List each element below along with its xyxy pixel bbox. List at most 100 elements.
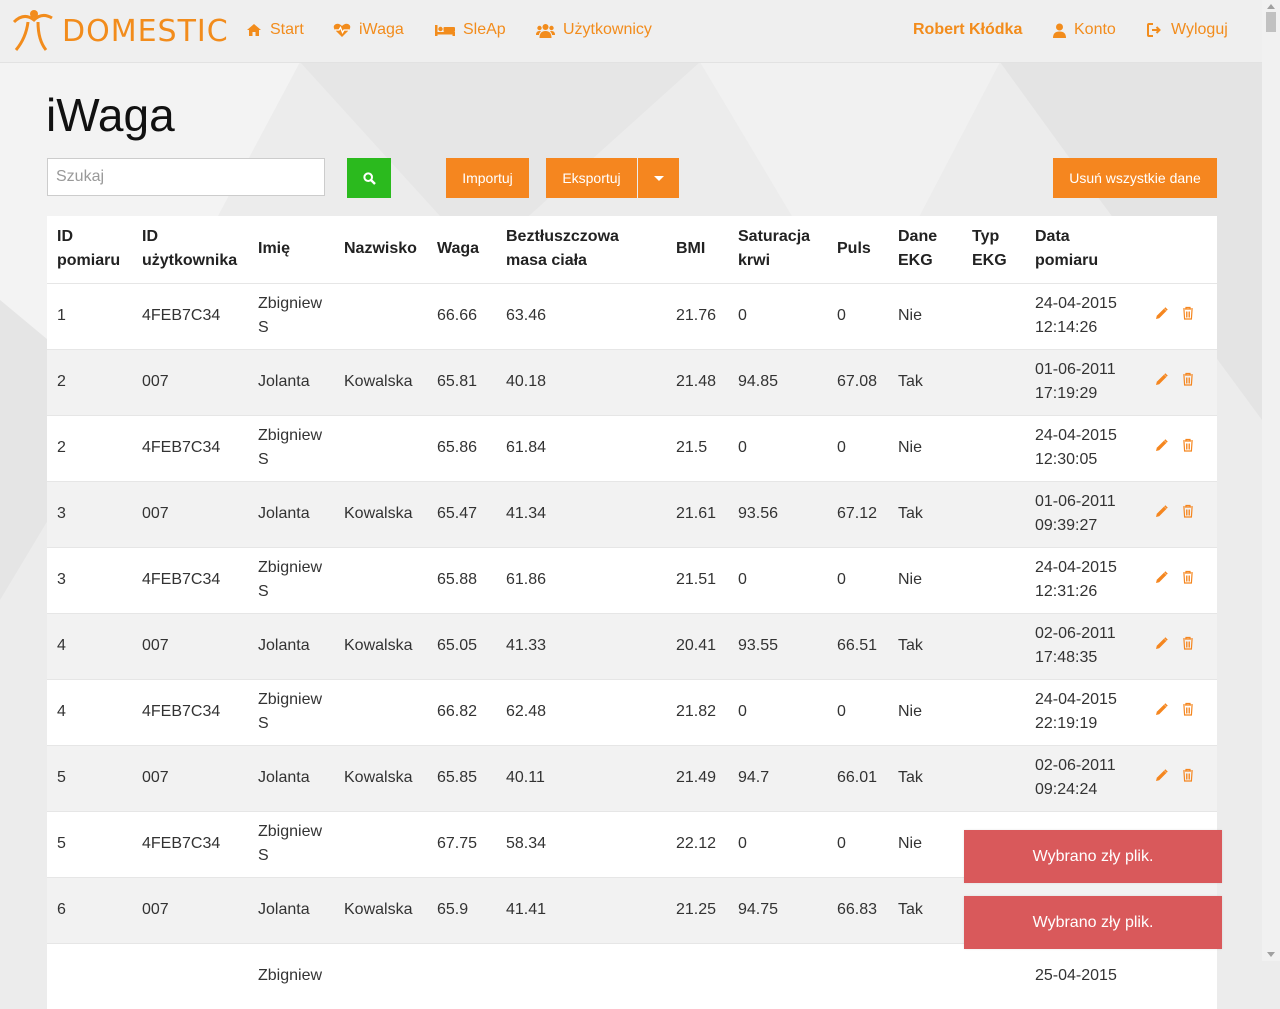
cell-date: 01-06-2011 17:19:29	[1025, 349, 1143, 415]
cell-actions	[1143, 283, 1217, 349]
cell-weight: 65.47	[427, 481, 496, 547]
nav-start-label: Start	[270, 21, 304, 38]
nav-users[interactable]: Użytkownicy	[536, 19, 652, 41]
cell-first-name-line: S	[258, 451, 269, 468]
table-row: 5 007 Jolanta Kowalska 65.85 40.11 21.49 94.7 66…	[47, 745, 1217, 811]
cell-user-id: 4FEB7C34	[132, 415, 248, 481]
cell-actions	[1143, 943, 1217, 1009]
cell-measurement-id: 3	[47, 547, 132, 613]
cell-ekg: Tak	[888, 613, 962, 679]
error-toast[interactable]: Wybrano zły plik.	[964, 896, 1222, 949]
column-header: ID użytkownika	[132, 216, 248, 283]
cell-first-name-line: Zbigniew	[258, 967, 323, 985]
cell-ekg-type	[962, 943, 1025, 1009]
pencil-icon[interactable]	[1155, 304, 1168, 328]
trash-icon[interactable]	[1182, 700, 1194, 724]
trash-icon[interactable]	[1182, 436, 1194, 460]
cell-date: 24-04-2015 22:19:19	[1025, 679, 1143, 745]
cell-first-name: Zbigniew	[248, 943, 334, 1009]
trash-icon[interactable]	[1182, 370, 1194, 394]
cell-bmi: 21.25	[666, 877, 728, 943]
pencil-icon[interactable]	[1155, 502, 1168, 526]
cell-bmi: 21.48	[666, 349, 728, 415]
pencil-icon[interactable]	[1155, 700, 1168, 724]
column-header-text: krwi	[738, 252, 771, 270]
cell-ekg-type	[962, 283, 1025, 349]
column-header: Typ EKG	[962, 216, 1025, 283]
cell-bmi: 21.51	[666, 547, 728, 613]
cell-measurement-id: 4	[47, 679, 132, 745]
trash-icon[interactable]	[1182, 766, 1194, 790]
trash-icon[interactable]	[1182, 568, 1194, 592]
cell-first-name: Zbigniew S	[248, 283, 334, 349]
cell-ekg: Nie	[888, 811, 962, 877]
cell-measurement-id: 2	[47, 349, 132, 415]
cell-pulse: 0	[827, 415, 888, 481]
nav-start[interactable]: Start	[246, 19, 304, 41]
cell-user-id	[132, 943, 248, 1009]
cell-measurement-id	[47, 943, 132, 1009]
pencil-icon[interactable]	[1155, 370, 1168, 394]
pencil-icon[interactable]	[1155, 436, 1168, 460]
nav-account[interactable]: Konto	[1053, 19, 1116, 41]
domestic-logo	[12, 10, 53, 51]
nav-iwaga[interactable]: iWaga	[333, 19, 404, 41]
search-input[interactable]	[47, 158, 325, 196]
cell-user-id: 007	[132, 613, 248, 679]
bed-icon	[435, 24, 455, 36]
table-row: 4 4FEB7C34 Zbigniew S 66.82 62.48 21.82 0 0 Nie 24…	[47, 679, 1217, 745]
brand[interactable]: DOMESTIC	[8, 6, 229, 56]
scroll-thumb[interactable]	[1266, 12, 1276, 32]
cell-date-line: 17:48:35	[1035, 649, 1098, 666]
cell-user-id: 007	[132, 745, 248, 811]
error-toast[interactable]: Wybrano zły plik.	[964, 830, 1222, 883]
page-scrollbar[interactable]	[1262, 0, 1280, 961]
page-title: iWaga	[46, 89, 175, 141]
nav-sleap[interactable]: SleAp	[435, 19, 506, 41]
scroll-up-arrow[interactable]	[1267, 4, 1275, 9]
scroll-down-arrow[interactable]	[1267, 952, 1275, 957]
column-header: Saturacja krwi	[728, 216, 827, 283]
pencil-icon[interactable]	[1155, 766, 1168, 790]
nav-sleap-label: SleAp	[463, 21, 506, 38]
trash-icon[interactable]	[1182, 634, 1194, 658]
nav-user-name[interactable]: Robert Kłódka	[913, 19, 1022, 41]
cell-saturation: 93.55	[728, 613, 827, 679]
cell-saturation: 0	[728, 811, 827, 877]
cell-lean-mass: 63.46	[496, 283, 666, 349]
cell-date: 24-04-2015 12:14:26	[1025, 283, 1143, 349]
cell-measurement-id: 4	[47, 613, 132, 679]
trash-icon[interactable]	[1182, 304, 1194, 328]
cell-pulse: 66.51	[827, 613, 888, 679]
export-button[interactable]: Eksportuj	[546, 158, 637, 198]
cell-weight: 65.86	[427, 415, 496, 481]
cell-date-line: 24-04-2015	[1035, 691, 1117, 708]
cell-lean-mass: 40.11	[496, 745, 666, 811]
cell-last-name: Kowalska	[334, 877, 427, 943]
cell-pulse: 66.01	[827, 745, 888, 811]
search-button[interactable]	[347, 158, 391, 198]
cell-first-name: Jolanta	[248, 349, 334, 415]
cell-first-name: Jolanta	[248, 481, 334, 547]
sign-out-icon	[1147, 23, 1161, 37]
cell-ekg-type	[962, 613, 1025, 679]
pencil-icon[interactable]	[1155, 634, 1168, 658]
export-dropdown-toggle[interactable]	[638, 158, 679, 198]
cell-date-line: 25-04-2015	[1035, 967, 1117, 985]
cell-first-name: Jolanta	[248, 745, 334, 811]
import-button[interactable]: Importuj	[446, 158, 529, 198]
pencil-icon[interactable]	[1155, 568, 1168, 592]
table-row: 2 007 Jolanta Kowalska 65.81 40.18 21.48 94.85 6…	[47, 349, 1217, 415]
cell-date-line: 24-04-2015	[1035, 559, 1117, 576]
cell-first-name-line: S	[258, 715, 269, 732]
cell-date: 01-06-2011 09:39:27	[1025, 481, 1143, 547]
delete-all-button[interactable]: Usuń wszystkie dane	[1053, 158, 1217, 198]
cell-first-name: Jolanta	[248, 877, 334, 943]
cell-bmi: 21.49	[666, 745, 728, 811]
cell-first-name-line: S	[258, 583, 269, 600]
cell-weight: 66.82	[427, 679, 496, 745]
trash-icon[interactable]	[1182, 502, 1194, 526]
table-row: 1 4FEB7C34 Zbigniew S 66.66 63.46 21.76 0 0 Nie 24…	[47, 283, 1217, 349]
cell-bmi: 20.41	[666, 613, 728, 679]
nav-logout[interactable]: Wyloguj	[1147, 19, 1228, 41]
